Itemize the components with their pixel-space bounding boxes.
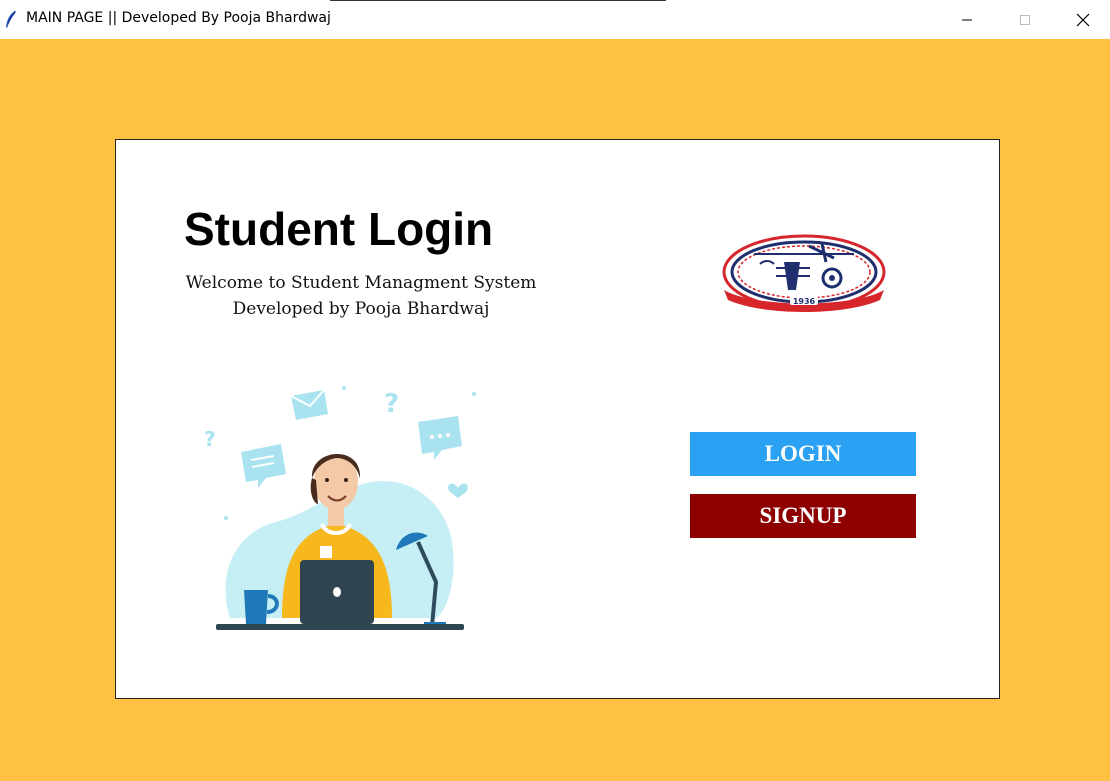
title-bar: MAIN PAGE || Developed By Pooja Bhardwaj bbox=[0, 0, 1110, 39]
logo-year: 1936 bbox=[793, 297, 816, 306]
maximize-button[interactable] bbox=[996, 0, 1054, 39]
title-bar-edge bbox=[330, 0, 666, 1]
minimize-button[interactable] bbox=[938, 0, 996, 39]
svg-text:?: ? bbox=[384, 389, 399, 419]
welcome-text: Welcome to Student Managment System bbox=[185, 273, 537, 293]
login-button[interactable]: LOGIN bbox=[690, 432, 916, 476]
close-button[interactable] bbox=[1054, 0, 1110, 39]
signup-button[interactable]: SIGNUP bbox=[690, 494, 916, 538]
close-icon bbox=[1076, 13, 1090, 26]
feather-icon bbox=[6, 10, 16, 28]
login-card: Student Login Welcome to Student Managme… bbox=[115, 139, 1000, 699]
minimize-icon bbox=[962, 19, 972, 20]
developer-credit: Developed by Pooja Bhardwaj bbox=[232, 299, 490, 319]
student-at-laptop-illustration: ? ? bbox=[204, 386, 476, 630]
maximize-icon bbox=[1020, 14, 1030, 25]
svg-text:?: ? bbox=[204, 427, 216, 451]
page-title: Student Login bbox=[184, 203, 494, 255]
window-title: MAIN PAGE || Developed By Pooja Bhardwaj bbox=[26, 10, 331, 26]
college-logo-icon: 1936 bbox=[722, 234, 886, 312]
